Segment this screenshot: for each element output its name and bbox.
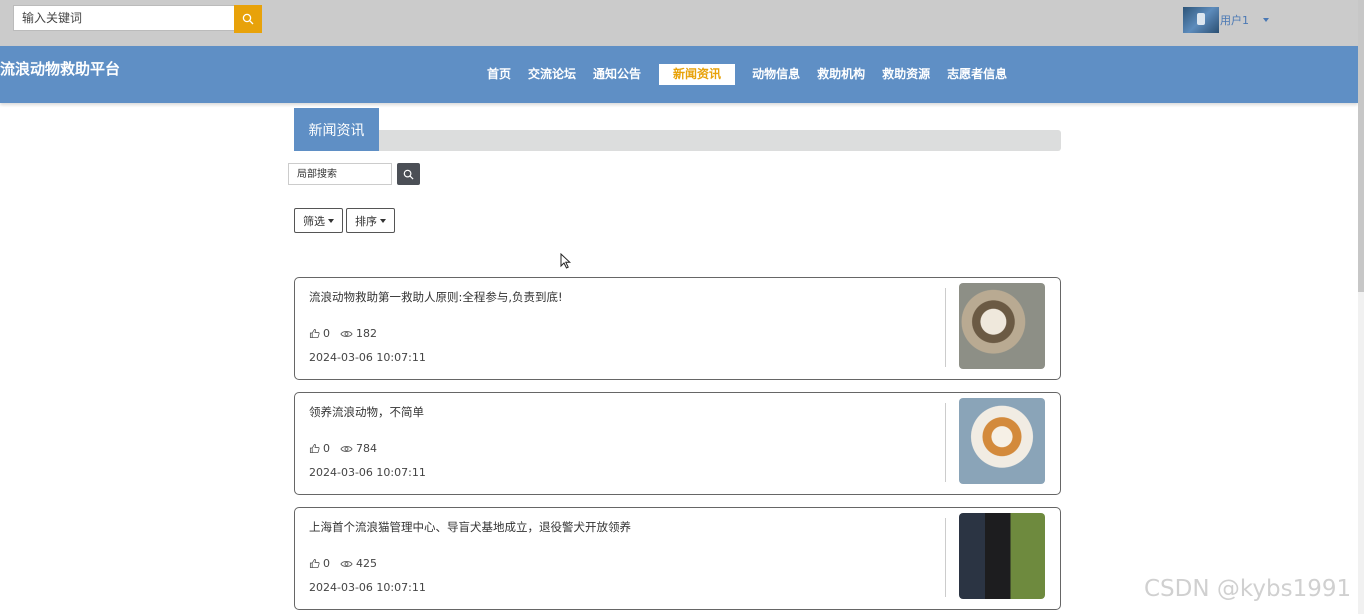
filter-sort-group: 筛选 排序 bbox=[294, 208, 398, 233]
card-divider bbox=[945, 518, 946, 597]
sort-label: 排序 bbox=[355, 214, 377, 228]
news-date: 2024-03-06 10:07:11 bbox=[309, 466, 426, 479]
view-count-value: 425 bbox=[356, 557, 377, 570]
news-title[interactable]: 流浪动物救助第一救助人原则:全程参与,负责到底! bbox=[309, 289, 563, 305]
nav-item-rescue-resources[interactable]: 救助资源 bbox=[874, 64, 938, 85]
local-search-button[interactable] bbox=[397, 163, 420, 185]
view-count: 425 bbox=[340, 557, 377, 570]
sort-dropdown-button[interactable]: 排序 bbox=[346, 208, 395, 233]
local-search-input[interactable] bbox=[288, 163, 392, 185]
nav-item-rescue-orgs[interactable]: 救助机构 bbox=[809, 64, 873, 85]
chevron-down-icon bbox=[1263, 18, 1269, 22]
nav-menu: 首页 交流论坛 通知公告 新闻资讯 动物信息 救助机构 救助资源 志愿者信息 bbox=[479, 64, 1016, 85]
eye-icon bbox=[340, 560, 353, 567]
eye-icon bbox=[340, 330, 353, 337]
news-thumbnail-police-dog[interactable] bbox=[959, 513, 1045, 599]
news-date: 2024-03-06 10:07:11 bbox=[309, 351, 426, 364]
like-count[interactable]: 0 bbox=[309, 327, 330, 340]
caret-down-icon bbox=[328, 218, 334, 223]
nav-item-forum[interactable]: 交流论坛 bbox=[520, 64, 584, 85]
watermark: CSDN @kybs1991 bbox=[1144, 576, 1352, 602]
nav-item-volunteers[interactable]: 志愿者信息 bbox=[939, 64, 1015, 85]
nav-item-news[interactable]: 新闻资讯 bbox=[659, 64, 736, 85]
card-divider bbox=[945, 288, 946, 367]
news-stats: 0 784 bbox=[309, 442, 387, 455]
global-search bbox=[13, 5, 262, 33]
section-title: 新闻资讯 bbox=[294, 108, 379, 151]
search-icon bbox=[242, 13, 254, 25]
thumbs-up-icon bbox=[309, 558, 320, 569]
nav-item-home[interactable]: 首页 bbox=[479, 64, 519, 85]
thumbs-up-icon bbox=[309, 443, 320, 454]
view-count: 182 bbox=[340, 327, 377, 340]
news-date: 2024-03-06 10:07:11 bbox=[309, 581, 426, 594]
news-title[interactable]: 领养流浪动物，不简单 bbox=[309, 404, 424, 420]
view-count-value: 784 bbox=[356, 442, 377, 455]
global-search-button[interactable] bbox=[234, 5, 262, 33]
page-scrollbar[interactable] bbox=[1358, 0, 1364, 614]
eye-icon bbox=[340, 445, 353, 452]
user-menu[interactable]: 用户1 bbox=[1183, 7, 1269, 33]
caret-down-icon bbox=[380, 218, 386, 223]
news-thumbnail-chihuahua[interactable] bbox=[959, 398, 1045, 484]
search-icon bbox=[403, 169, 414, 180]
mouse-cursor-icon bbox=[560, 253, 571, 269]
top-bar: 用户1 bbox=[0, 0, 1364, 46]
global-search-input[interactable] bbox=[13, 5, 234, 31]
filter-dropdown-button[interactable]: 筛选 bbox=[294, 208, 343, 233]
main-navbar: 流浪动物救助平台 首页 交流论坛 通知公告 新闻资讯 动物信息 救助机构 救助资… bbox=[0, 46, 1358, 103]
like-count[interactable]: 0 bbox=[309, 557, 330, 570]
thumbs-up-icon bbox=[309, 328, 320, 339]
user-name: 用户1 bbox=[1220, 14, 1249, 27]
section-header-bar bbox=[294, 130, 1061, 151]
news-thumbnail-cat[interactable] bbox=[959, 283, 1045, 369]
local-search bbox=[288, 163, 420, 185]
card-divider bbox=[945, 403, 946, 482]
like-count-value: 0 bbox=[323, 442, 330, 455]
like-count-value: 0 bbox=[323, 327, 330, 340]
view-count-value: 182 bbox=[356, 327, 377, 340]
like-count[interactable]: 0 bbox=[309, 442, 330, 455]
news-card[interactable]: 上海首个流浪猫管理中心、导盲犬基地成立，退役警犬开放领养 0 425 2024-… bbox=[294, 507, 1061, 610]
news-card[interactable]: 领养流浪动物，不简单 0 784 2024-03-06 10:07:11 bbox=[294, 392, 1061, 495]
news-card[interactable]: 流浪动物救助第一救助人原则:全程参与,负责到底! 0 182 2024-03-0… bbox=[294, 277, 1061, 380]
filter-label: 筛选 bbox=[303, 214, 325, 228]
view-count: 784 bbox=[340, 442, 377, 455]
news-title[interactable]: 上海首个流浪猫管理中心、导盲犬基地成立，退役警犬开放领养 bbox=[309, 519, 631, 535]
news-stats: 0 182 bbox=[309, 327, 387, 340]
nav-item-animals[interactable]: 动物信息 bbox=[744, 64, 808, 85]
scrollbar-thumb[interactable] bbox=[1358, 0, 1364, 292]
site-brand[interactable]: 流浪动物救助平台 bbox=[0, 58, 120, 79]
like-count-value: 0 bbox=[323, 557, 330, 570]
avatar bbox=[1183, 7, 1219, 33]
nav-item-notices[interactable]: 通知公告 bbox=[585, 64, 649, 85]
news-stats: 0 425 bbox=[309, 557, 387, 570]
